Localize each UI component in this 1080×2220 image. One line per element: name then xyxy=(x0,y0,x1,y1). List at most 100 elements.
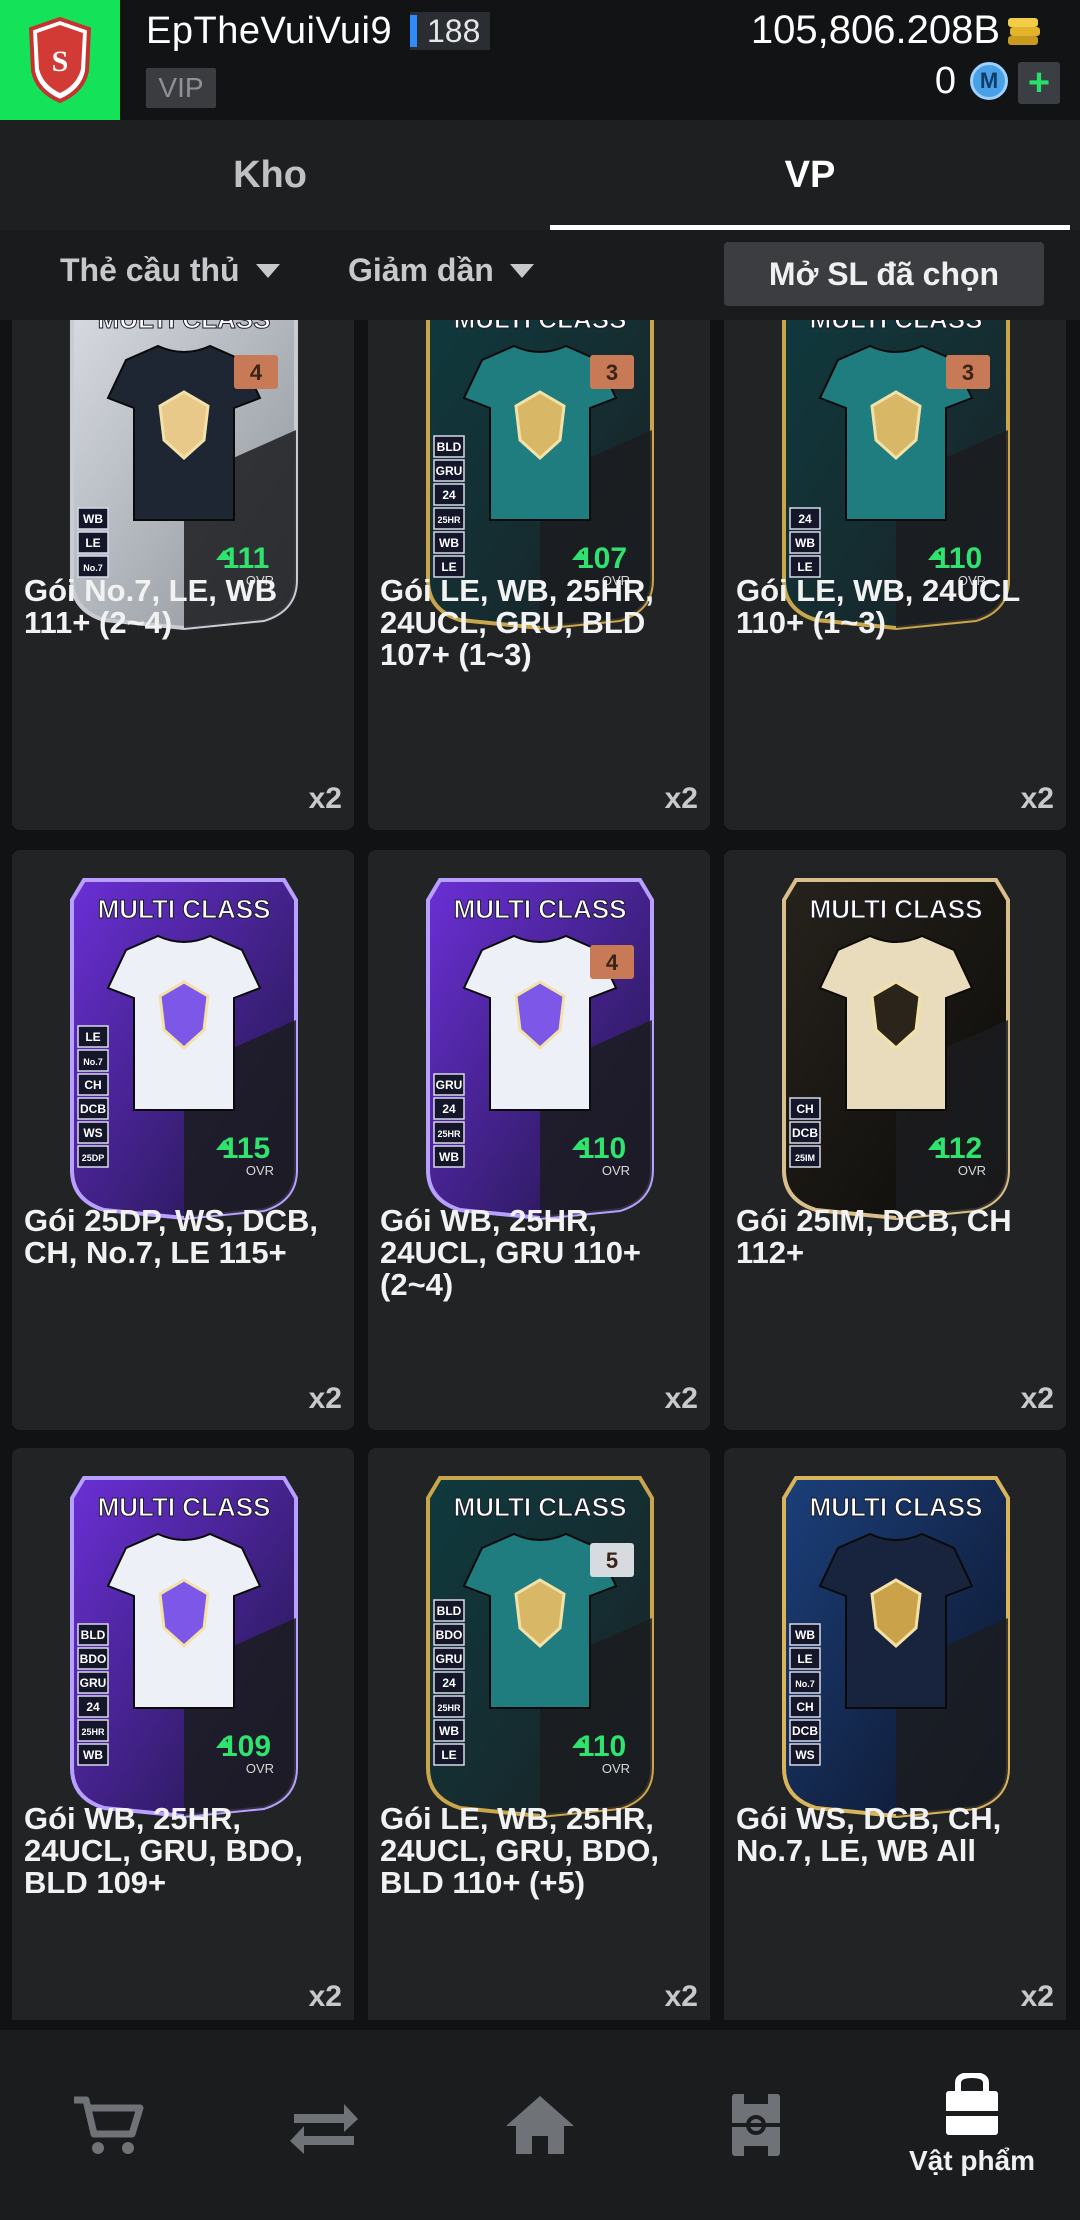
svg-text:5: 5 xyxy=(606,1548,618,1573)
svg-text:25DP: 25DP xyxy=(82,1153,105,1163)
position-tag: 25HR xyxy=(433,507,465,530)
svg-text:LE: LE xyxy=(797,1652,812,1666)
tab-vp[interactable]: VP xyxy=(540,120,1080,230)
nav-squad[interactable] xyxy=(648,2030,864,2220)
svg-text:GRU: GRU xyxy=(436,464,463,478)
nav-transfer[interactable] xyxy=(216,2030,432,2220)
pack-header-text: MULTI CLASS xyxy=(810,1492,983,1522)
pack-card-image: MULTI CLASS LE No.7 CH DCB WS 25DP 115 OVR xyxy=(64,870,304,1221)
nav-items-label: Vật phẩm xyxy=(908,2145,1036,2176)
position-tag: DCB xyxy=(789,1121,821,1144)
svg-text:25HR: 25HR xyxy=(437,1129,461,1139)
club-logo[interactable]: S xyxy=(0,0,120,120)
item-title: Gói WB, 25HR, 24UCL, GRU, BDO, BLD 109+ xyxy=(24,1801,304,1900)
pack-card-image: MULTI CLASS 5 BLD BDO GRU 24 25HR WB LE 110 OVR xyxy=(420,1468,660,1819)
position-tag: DCB xyxy=(77,1097,109,1120)
position-tag: CH xyxy=(789,1695,821,1718)
pack-header-text: MULTI CLASS xyxy=(454,894,627,924)
svg-text:LE: LE xyxy=(441,1748,456,1762)
level-value: 188 xyxy=(427,12,481,49)
level-badge-icon: 5 xyxy=(590,1543,634,1577)
level-badge-icon: 3 xyxy=(946,355,990,389)
tab-kho[interactable]: Kho xyxy=(0,120,540,230)
position-tag: 24 xyxy=(789,507,821,530)
item-title: Gói LE, WB, 25HR, 24UCL, GRU, BLD 107+ (… xyxy=(380,573,654,672)
cart-icon xyxy=(74,2096,144,2154)
item-card[interactable]: MULTI CLASS LE No.7 CH DCB WS 25DP 115 OVR Gói… xyxy=(12,850,354,1430)
svg-text:24: 24 xyxy=(442,1102,456,1116)
club-crest-icon: S xyxy=(28,16,92,104)
item-quantity: x2 xyxy=(664,782,698,815)
pack-card-image: MULTI CLASS 4 GRU 24 25HR WB 110 OVR xyxy=(420,870,660,1221)
item-card[interactable]: MULTI CLASS 4 GRU 24 25HR WB 110 OVR Gói WB,… xyxy=(368,850,710,1430)
pitch-icon xyxy=(732,2094,780,2156)
position-tag: WB xyxy=(433,1719,465,1742)
bottom-nav: Vật phẩm xyxy=(0,2030,1080,2220)
pack-card-image: MULTI CLASS WB LE No.7 CH DCB WS xyxy=(776,1468,1016,1819)
item-quantity: x2 xyxy=(1020,1382,1054,1415)
position-tag: WB xyxy=(77,507,109,530)
position-tag: 25HR xyxy=(77,1719,109,1742)
sort-dropdown[interactable]: Giảm dần xyxy=(348,252,534,289)
item-title: Gói 25IM, DCB, CH 112+ xyxy=(736,1203,1012,1270)
nav-items[interactable]: Vật phẩm xyxy=(864,2030,1080,2220)
svg-text:CH: CH xyxy=(796,1700,813,1714)
vip-badge[interactable]: VIP xyxy=(146,68,216,108)
item-title: Gói WB, 25HR, 24UCL, GRU 110+ (2~4) xyxy=(380,1203,642,1302)
nav-shop[interactable] xyxy=(0,2030,216,2220)
open-selected-button[interactable]: Mở SL đã chọn xyxy=(724,242,1044,306)
pack-header-text: MULTI CLASS xyxy=(810,320,983,334)
position-tag: CH xyxy=(789,1097,821,1120)
svg-text:No.7: No.7 xyxy=(795,1679,815,1689)
position-tag: LE xyxy=(77,531,109,554)
svg-text:LE: LE xyxy=(441,560,456,574)
coin-stack-icon xyxy=(1008,18,1040,45)
chevron-down-icon xyxy=(255,263,280,278)
svg-text:No.7: No.7 xyxy=(83,1057,103,1067)
svg-text:3: 3 xyxy=(962,360,974,385)
position-tag: LE xyxy=(789,1647,821,1670)
top-bar: S EpTheVuiVui9 188 VIP 105,806.208B 0 M … xyxy=(0,0,1080,120)
position-tag: WS xyxy=(789,1743,821,1766)
svg-text:WB: WB xyxy=(439,1150,459,1164)
item-card[interactable]: MULTI CLASS BLD BDO GRU 24 25HR WB 109 OVR Gói… xyxy=(12,1448,354,2020)
sort-dropdown-label: Giảm dần xyxy=(348,252,494,288)
item-card[interactable]: MULTI CLASS 3 BLDGRU2425HRWBLE 107OVR Gó… xyxy=(368,320,710,830)
item-quantity: x2 xyxy=(308,782,342,815)
nav-home[interactable] xyxy=(432,2030,648,2220)
svg-text:WB: WB xyxy=(83,512,103,526)
item-card[interactable]: MULTI CLASS 4 WBLENo.7 111OVR Gói No.7, … xyxy=(12,320,354,830)
pack-header-text: MULTI CLASS xyxy=(454,320,627,334)
svg-text:25HR: 25HR xyxy=(437,1703,461,1713)
position-tag: WB xyxy=(789,1623,821,1646)
item-title: Gói 25DP, WS, DCB, CH, No.7, LE 115+ xyxy=(24,1203,318,1270)
type-dropdown[interactable]: Thẻ cầu thủ xyxy=(60,252,280,289)
pack-header-text: MULTI CLASS xyxy=(98,1492,271,1522)
position-tag: CH xyxy=(77,1073,109,1096)
svg-text:25IM: 25IM xyxy=(795,1153,815,1163)
position-tag: No.7 xyxy=(77,1049,109,1072)
item-card[interactable]: MULTI CLASS 3 24WBLE 110OVR Gói LE, WB, … xyxy=(724,320,1066,830)
position-tag: LE xyxy=(77,1025,109,1048)
position-tag: 24 xyxy=(433,1097,465,1120)
item-quantity: x2 xyxy=(664,1382,698,1415)
svg-text:25HR: 25HR xyxy=(437,515,461,525)
position-tag: BLD xyxy=(77,1623,109,1646)
pack-card-image: MULTI CLASS BLD BDO GRU 24 25HR WB 109 OVR xyxy=(64,1468,304,1819)
position-tag: DCB xyxy=(789,1719,821,1742)
svg-text:No.7: No.7 xyxy=(83,563,103,573)
position-tag: GRU xyxy=(77,1671,109,1694)
item-title: Gói LE, WB, 25HR, 24UCL, GRU, BDO, BLD 1… xyxy=(380,1801,660,1900)
position-tag: WB xyxy=(77,1743,109,1766)
svg-text:24: 24 xyxy=(86,1700,100,1714)
coin-balance: 105,806.208B xyxy=(750,8,1000,52)
position-tag: 24 xyxy=(433,1671,465,1694)
item-quantity: x2 xyxy=(308,1382,342,1415)
username: EpTheVuiVui9 xyxy=(146,10,393,52)
item-card[interactable]: MULTI CLASS WB LE No.7 CH DCB WS Gói WS, DCB,… xyxy=(724,1448,1066,2020)
add-currency-button[interactable]: + xyxy=(1018,62,1060,104)
item-card[interactable]: MULTI CLASS 5 BLD BDO GRU 24 25HR WB LE 110 OVR… xyxy=(368,1448,710,2020)
position-tag: WS xyxy=(77,1121,109,1144)
position-tag: GRU xyxy=(433,1073,465,1096)
item-card[interactable]: MULTI CLASS CH DCB 25IM 112 OVR Gói 25IM, D… xyxy=(724,850,1066,1430)
